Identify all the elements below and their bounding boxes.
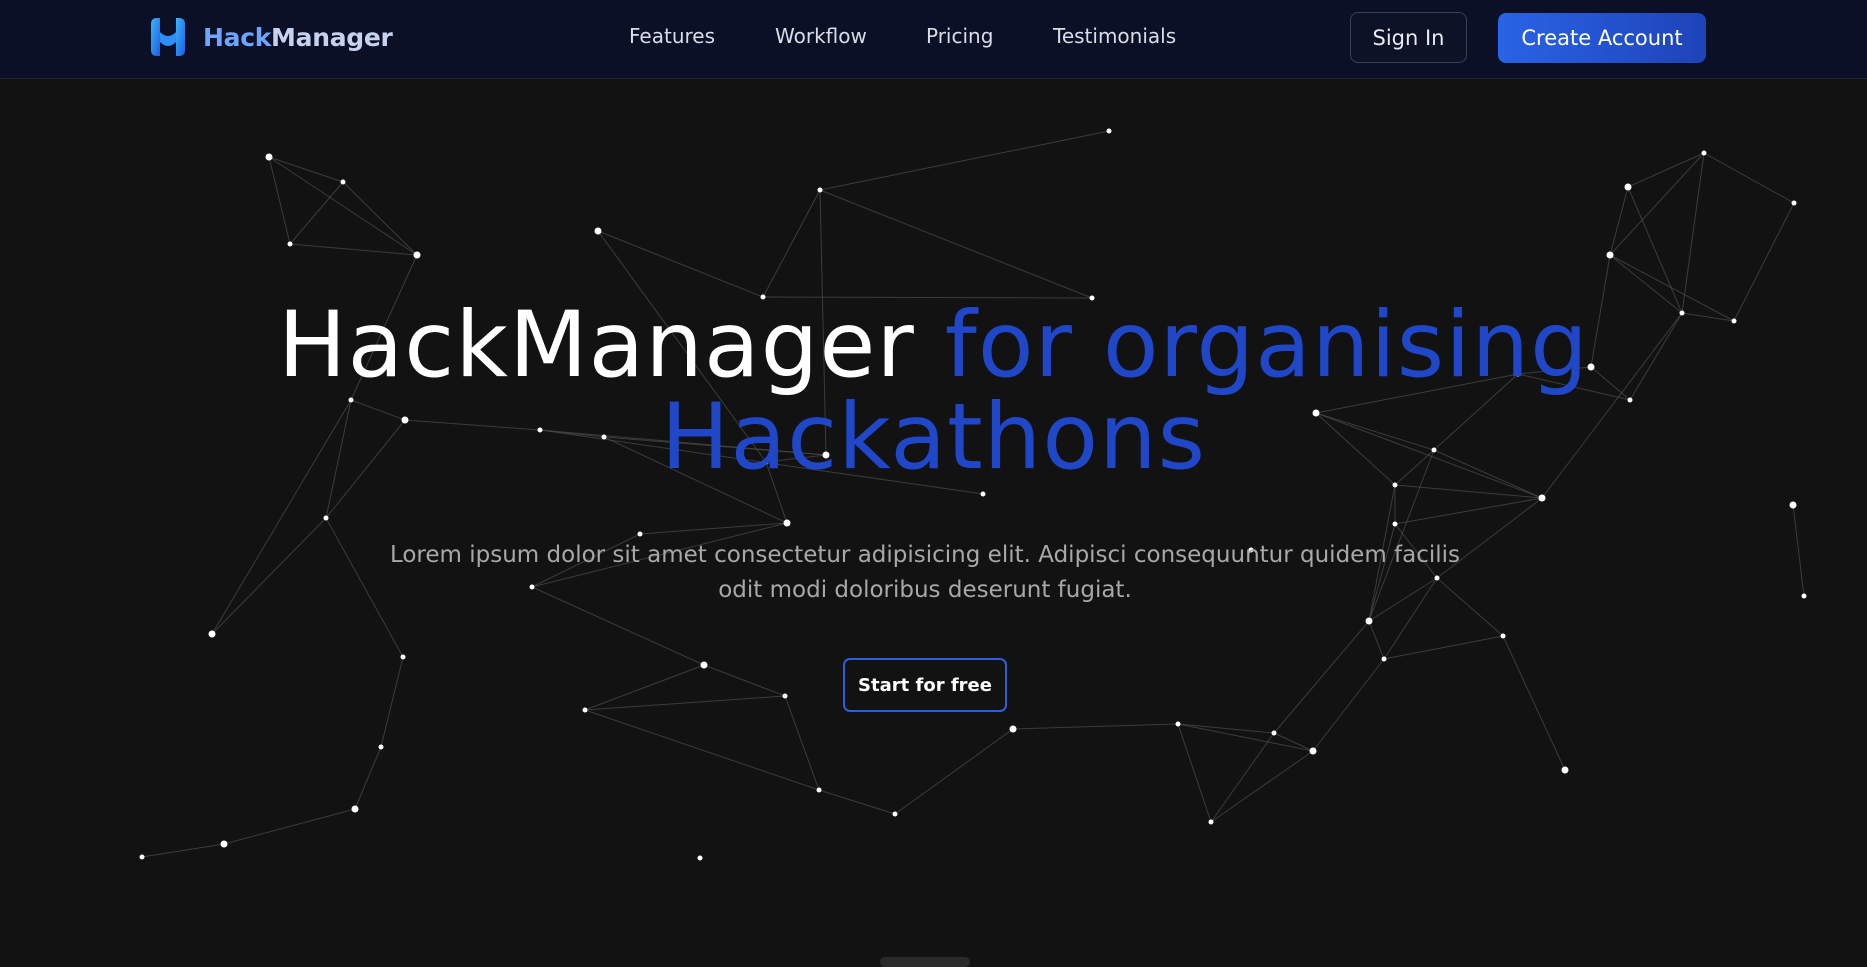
start-for-free-button[interactable]: Start for free [843,658,1007,712]
scroll-indicator [880,957,970,967]
network-node [1801,593,1807,599]
network-link [584,709,820,791]
network-link [584,695,786,711]
network-node [1175,721,1181,727]
network-link [703,664,786,697]
network-link [268,156,418,256]
network-node [817,187,823,193]
network-node [1538,494,1546,502]
network-node [1009,725,1017,733]
hero-title-accent-2: Hackathons [660,385,1207,490]
network-node [892,811,898,817]
hero-title-white: HackManager [278,293,915,398]
network-link [1177,723,1314,752]
create-account-button[interactable]: Create Account [1498,13,1706,63]
network-node [220,840,228,848]
h-logo-icon [151,18,185,56]
network-node [265,153,273,161]
hero-title-accent-1: for organising [944,293,1589,398]
network-node [1365,617,1373,625]
network-link [597,230,764,298]
network-link [762,189,821,298]
network-node [340,179,346,185]
network-link [1383,635,1504,660]
network-node [783,519,791,527]
particle-network-background [139,128,1807,861]
network-node [980,491,986,497]
network-node [1624,183,1632,191]
network-node [1309,747,1317,755]
network-node [413,251,421,259]
network-node [700,661,708,669]
network-node [208,630,216,638]
hero-title: HackManager for organising Hackathons [0,300,1867,484]
network-link [1177,723,1275,734]
nav-link-features[interactable]: Features [629,24,715,48]
network-node [582,707,588,713]
network-node [400,654,406,660]
brand-name: HackManager [203,22,393,52]
nav-link-pricing[interactable]: Pricing [926,24,993,48]
brand-logo-link[interactable]: HackManager [145,14,393,60]
network-link [268,156,344,183]
top-navbar: HackManager Features Workflow Pricing Te… [0,0,1867,79]
network-node [697,855,703,861]
network-node [378,744,384,750]
network-link [268,156,291,245]
network-link [1609,152,1705,256]
network-link [819,130,1110,191]
network-node [594,227,602,235]
network-node [1392,521,1398,527]
network-node [637,531,643,537]
network-link [1210,750,1314,823]
network-link [289,243,418,256]
network-node [287,241,293,247]
network-link [1394,497,1543,525]
network-node [782,693,788,699]
network-node [816,787,822,793]
network-link [1681,152,1705,314]
network-link [380,656,404,748]
network-node [1106,128,1112,134]
network-link [1273,620,1370,734]
sign-in-button[interactable]: Sign In [1350,12,1467,63]
network-link [1312,658,1385,752]
nav-link-testimonials[interactable]: Testimonials [1053,24,1176,48]
network-node [139,854,145,860]
network-link [784,695,820,791]
network-link [819,189,1093,299]
network-link [1627,152,1705,188]
network-node [1271,730,1277,736]
network-link [223,808,356,845]
network-node [1208,819,1214,825]
network-node [1791,200,1797,206]
network-link [1273,732,1314,752]
network-link [1210,732,1275,823]
network-link [1368,620,1385,660]
network-link [1502,635,1566,771]
network-link [211,517,327,635]
network-link [289,181,344,245]
network-link [1703,152,1795,204]
nav-link-workflow[interactable]: Workflow [775,24,867,48]
network-node [1561,766,1569,774]
network-node [351,805,359,813]
network-node [1701,150,1707,156]
network-node [1789,501,1797,509]
network-link [354,746,382,810]
network-link [1177,723,1212,823]
hero-subtitle: Lorem ipsum dolor sit amet consectetur a… [389,542,1461,603]
network-link [342,181,418,256]
network-link [1792,504,1805,597]
network-link [894,728,1014,815]
network-link [1394,484,1543,499]
network-link [818,789,896,815]
network-link [141,843,225,858]
network-node [1606,251,1614,259]
network-node [1500,633,1506,639]
network-link [1012,723,1179,730]
network-node [323,515,329,521]
network-node [1381,656,1387,662]
